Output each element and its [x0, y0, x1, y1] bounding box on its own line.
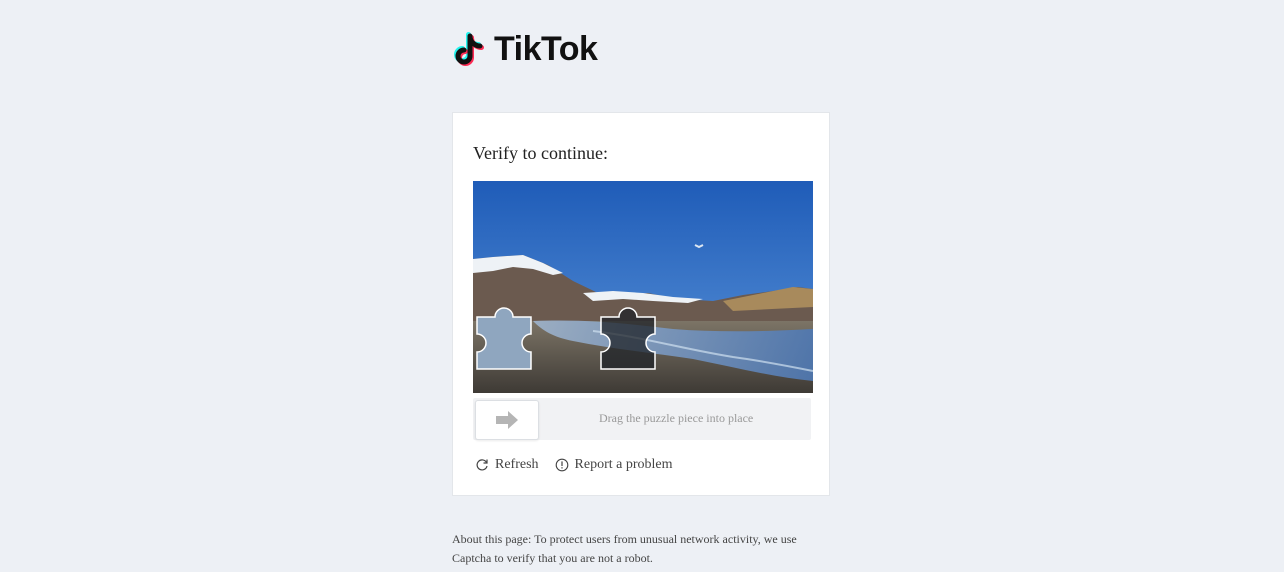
arrow-right-icon: [496, 411, 518, 429]
puzzle-target-slot: [600, 307, 656, 370]
refresh-button[interactable]: Refresh: [475, 457, 539, 473]
info-icon: [555, 458, 568, 472]
report-label: Report a problem: [574, 457, 673, 472]
brand-name: TikTok: [494, 29, 598, 68]
captcha-title: Verify to continue:: [473, 143, 608, 163]
tiktok-logo: TikTok: [452, 26, 632, 72]
refresh-icon: [476, 459, 488, 471]
captcha-actions: Refresh Report a problem: [475, 457, 689, 473]
captcha-image: [473, 181, 813, 393]
tiktok-note-icon: [454, 32, 484, 66]
captcha-slider-track[interactable]: Drag the puzzle piece into place: [473, 398, 811, 440]
refresh-label: Refresh: [495, 457, 539, 472]
puzzle-piece[interactable]: [476, 307, 532, 370]
slider-hint: Drag the puzzle piece into place: [599, 411, 754, 425]
report-problem-button[interactable]: Report a problem: [555, 457, 673, 473]
about-text: About this page: To protect users from u…: [452, 532, 797, 565]
captcha-card: Verify to continue: Drag the puzzle piec…: [452, 112, 830, 496]
slider-handle[interactable]: [475, 400, 539, 440]
